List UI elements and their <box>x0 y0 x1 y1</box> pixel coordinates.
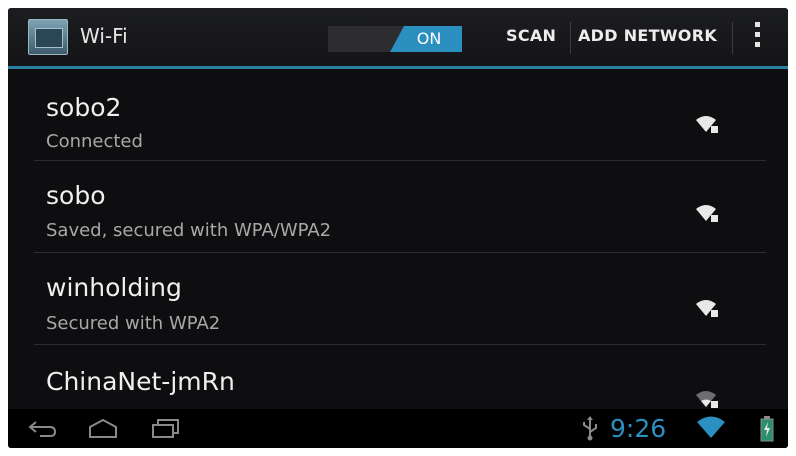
network-ssid: winholding <box>46 273 182 302</box>
action-divider <box>732 22 733 54</box>
home-icon[interactable] <box>86 417 120 443</box>
network-status: Secured with WPA2 <box>46 313 221 334</box>
page-title: Wi-Fi <box>80 24 128 48</box>
system-bar: 9:26 <box>8 409 788 448</box>
wifi-toggle[interactable]: ON <box>328 26 462 52</box>
recent-apps-icon[interactable] <box>150 417 182 443</box>
wifi-secured-signal-icon <box>695 298 719 320</box>
action-bar: Wi-Fi ON SCAN ADD NETWORK <box>8 8 788 66</box>
settings-app-icon[interactable] <box>28 19 68 55</box>
overflow-menu-icon[interactable] <box>754 22 762 56</box>
network-list: sobo2 Connected sobo Saved, secured with… <box>8 69 788 409</box>
network-list-item[interactable]: ChinaNet-jmRn <box>8 345 788 409</box>
scan-button[interactable]: SCAN <box>506 26 556 45</box>
wifi-status-icon <box>696 415 726 443</box>
network-ssid: ChinaNet-jmRn <box>46 367 235 396</box>
status-clock: 9:26 <box>610 414 667 443</box>
network-list-item[interactable]: sobo Saved, secured with WPA/WPA2 <box>8 161 788 252</box>
wifi-secured-signal-icon <box>695 114 719 136</box>
wifi-secured-weak-signal-icon <box>695 389 719 411</box>
network-ssid: sobo2 <box>46 93 122 122</box>
back-icon[interactable] <box>26 417 58 443</box>
add-network-button[interactable]: ADD NETWORK <box>578 26 717 45</box>
android-screen: Wi-Fi ON SCAN ADD NETWORK sobo2 Connecte… <box>8 8 788 448</box>
network-list-item[interactable]: sobo2 Connected <box>8 69 788 160</box>
action-divider <box>570 22 571 54</box>
wifi-toggle-on-label: ON <box>390 26 462 52</box>
network-status: Saved, secured with WPA/WPA2 <box>46 220 332 241</box>
network-status: Connected <box>46 131 143 152</box>
network-list-item[interactable]: winholding Secured with WPA2 <box>8 253 788 344</box>
wifi-secured-signal-icon <box>695 203 719 225</box>
network-ssid: sobo <box>46 181 106 210</box>
battery-icon <box>760 416 774 446</box>
usb-icon <box>580 415 600 445</box>
